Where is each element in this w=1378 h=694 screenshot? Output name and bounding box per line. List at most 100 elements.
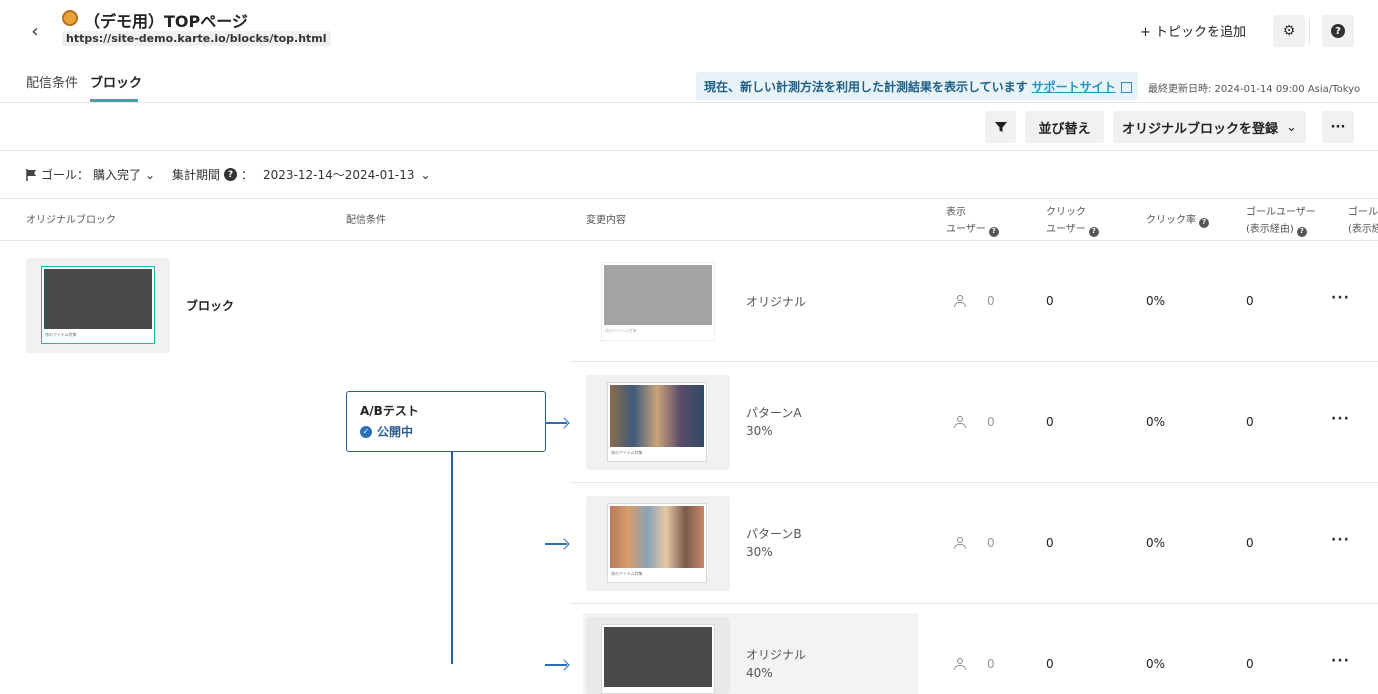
help-icon: ?	[1088, 226, 1099, 237]
variant-label: オリジナル	[746, 295, 807, 309]
toolbar-more-button[interactable]: ···	[1322, 111, 1354, 143]
display-users-value: 0	[987, 657, 995, 671]
divider	[0, 150, 1378, 151]
row-more-button[interactable]: ···	[1331, 532, 1350, 548]
goal-users-value: 0	[1246, 536, 1254, 550]
user-icon	[954, 658, 966, 670]
help-icon: ?	[224, 168, 238, 181]
original-block-thumbnail[interactable]: 旅のアイテム特集	[26, 258, 170, 353]
display-users-value: 0	[987, 536, 995, 550]
goal-label: ゴール：	[41, 168, 90, 182]
filter-button[interactable]	[985, 111, 1016, 143]
arrow-right-icon	[545, 538, 570, 550]
click-rate-value: 0%	[1146, 657, 1166, 671]
variant-ratio: 30%	[746, 424, 773, 438]
last-updated: 最終更新日時: 2024-01-14 09:00 Asia/Tokyo	[1148, 84, 1361, 95]
col-goal-conversion: ゴール (表示経	[1348, 204, 1378, 238]
row-more-button[interactable]: ···	[1331, 411, 1350, 427]
pattern-a-thumbnail[interactable]: 旅のアイテム特集	[586, 375, 730, 470]
col-display-users: 表示 ユーザー?	[946, 204, 999, 238]
thumbnail-caption: 旅のアイテム特集	[611, 571, 643, 576]
chevron-down-icon: ⌄	[1286, 119, 1297, 135]
gear-icon: ⚙	[1282, 23, 1296, 39]
col-goal-conversion-line1: ゴール	[1348, 207, 1378, 218]
click-rate-value: 0%	[1146, 294, 1166, 308]
help-icon: ?	[1199, 217, 1209, 228]
chevron-down-icon: ⌄	[420, 167, 431, 182]
tab-blocks[interactable]: ブロック	[90, 72, 142, 91]
row-more-button[interactable]: ···	[1331, 290, 1350, 306]
goal-filter[interactable]: ゴール： 購入完了 ⌄	[26, 166, 155, 183]
row-divider	[570, 361, 1378, 362]
block-name: ブロック	[186, 299, 235, 313]
ab-test-status: ✓ 公開中	[360, 423, 545, 440]
col-click-users-line1: クリック	[1046, 207, 1086, 218]
thumbnail-caption: 旅のアイテム特集	[605, 328, 637, 333]
col-goal-users-line2: (表示経由)	[1246, 224, 1294, 235]
check-circle-icon: ✓	[360, 425, 372, 438]
variant-label: パターンA	[746, 406, 802, 420]
variant-ratio: 30%	[746, 545, 773, 559]
col-click-users: クリック ユーザー?	[1046, 204, 1099, 238]
period-value: 2023-12-14〜2024-01-13	[263, 168, 415, 182]
info-banner: 現在、新しい計測方法を利用した計測結果を表示しています サポートサイト	[696, 72, 1138, 100]
sort-button[interactable]: 並び替え	[1025, 111, 1104, 143]
help-button[interactable]: ?	[1322, 15, 1354, 47]
col-click-users-line2: ユーザー	[1046, 224, 1086, 235]
goal-users-value: 0	[1246, 657, 1254, 671]
click-users-value: 0	[1046, 536, 1054, 550]
back-button[interactable]: ‹	[24, 20, 46, 42]
ab-test-card[interactable]: A/Bテスト ✓ 公開中	[346, 391, 546, 452]
divider	[1309, 18, 1310, 44]
variant-ratio: 40%	[746, 666, 773, 680]
col-goal-users-line1: ゴールユーザー	[1246, 207, 1316, 218]
filter-icon	[994, 122, 1007, 132]
support-site-link[interactable]: サポートサイト	[1032, 78, 1116, 95]
arrow-right-icon	[545, 659, 570, 671]
click-users-value: 0	[1046, 415, 1054, 429]
pattern-b-thumbnail[interactable]: 旅のアイテム特集	[586, 496, 730, 591]
thumbnail-caption: 旅のアイテム特集	[611, 450, 643, 455]
help-icon: ?	[1296, 226, 1307, 237]
row-divider	[570, 482, 1378, 483]
thumbnail-caption: 旅のアイテム特集	[45, 332, 77, 337]
ab-test-title: A/Bテスト	[360, 404, 419, 418]
period-filter[interactable]: 集計期間 ? ： 2023-12-14〜2024-01-13 ⌄	[172, 166, 431, 183]
tab-conditions[interactable]: 配信条件	[26, 72, 78, 91]
period-separator: ：	[241, 168, 254, 182]
row-more-button[interactable]: ···	[1331, 653, 1350, 669]
external-link-icon	[1120, 81, 1132, 93]
add-topic-button[interactable]: + トピックを追加	[1140, 21, 1246, 40]
banner-text: 現在、新しい計測方法を利用した計測結果を表示しています	[704, 79, 1028, 94]
click-users-value: 0	[1046, 294, 1054, 308]
col-conditions: 配信条件	[346, 215, 386, 226]
divider	[0, 198, 1378, 199]
original-variant-thumbnail[interactable]: 旅のアイテム特集	[601, 262, 715, 341]
settings-button[interactable]: ⚙	[1273, 15, 1305, 47]
click-rate-value: 0%	[1146, 536, 1166, 550]
click-users-value: 0	[1046, 657, 1054, 671]
col-original-block: オリジナルブロック	[26, 215, 116, 226]
col-changes: 変更内容	[586, 215, 626, 226]
col-goal-users: ゴールユーザー (表示経由)?	[1246, 204, 1316, 238]
page-url: https://site-demo.karte.io/blocks/top.ht…	[62, 31, 331, 46]
variant-label: パターンB	[746, 527, 802, 541]
thumbnail-image	[601, 624, 715, 694]
col-goal-conversion-line2: (表示経	[1348, 224, 1378, 235]
col-click-rate: クリック率?	[1146, 212, 1209, 229]
register-block-button[interactable]: オリジナルブロックを登録 ⌄	[1113, 111, 1306, 143]
row-divider	[570, 603, 1378, 604]
divider	[0, 240, 1378, 241]
original-variant-thumbnail[interactable]	[586, 617, 730, 694]
page-avatar-icon	[62, 10, 78, 26]
variant-label: オリジナル	[746, 648, 807, 662]
divider	[0, 102, 1378, 103]
ab-test-status-label: 公開中	[377, 425, 414, 439]
connector-line	[451, 452, 453, 664]
user-icon	[954, 295, 966, 307]
display-users-value: 0	[987, 294, 995, 308]
goal-users-value: 0	[1246, 415, 1254, 429]
chevron-left-icon: ‹	[31, 20, 39, 42]
help-icon: ?	[988, 226, 999, 237]
col-display-users-line2: ユーザー	[946, 224, 986, 235]
